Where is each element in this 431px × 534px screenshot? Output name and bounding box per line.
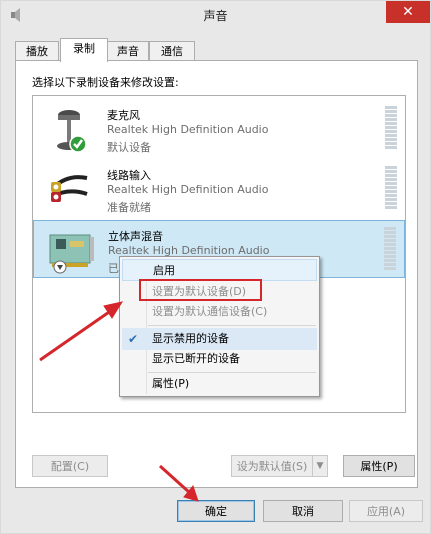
device-driver: Realtek High Definition Audio xyxy=(107,123,269,136)
device-status: 默认设备 xyxy=(107,141,151,154)
tab-recording[interactable]: 录制 xyxy=(60,38,108,62)
context-menu: 启用 设置为默认设备(D) 设置为默认通信设备(C) ✔ 显示禁用的设备 显示已… xyxy=(119,256,320,397)
menu-item-label: 属性(P) xyxy=(152,377,190,390)
menu-item-properties[interactable]: 属性(P) xyxy=(122,373,317,395)
menu-item-enable[interactable]: 启用 xyxy=(122,259,317,281)
menu-item-label: 显示已断开的设备 xyxy=(152,352,240,365)
ok-button[interactable]: 确定 xyxy=(177,500,255,522)
device-driver: Realtek High Definition Audio xyxy=(107,183,269,196)
level-meter xyxy=(384,227,396,271)
chevron-down-icon: ▼ xyxy=(316,461,324,471)
sound-card-icon xyxy=(49,234,94,274)
microphone-icon xyxy=(57,110,87,153)
properties-button[interactable]: 属性(P) xyxy=(343,455,415,477)
menu-item-label: 设置为默认通信设备(C) xyxy=(152,305,268,318)
close-button[interactable]: ✕ xyxy=(386,1,430,23)
set-default-button[interactable]: 设为默认值(S) xyxy=(231,455,313,477)
instruction-text: 选择以下录制设备来修改设置: xyxy=(32,76,179,89)
menu-item-show-disabled[interactable]: ✔ 显示禁用的设备 xyxy=(122,328,317,350)
level-meter xyxy=(385,166,397,210)
close-icon: ✕ xyxy=(402,4,414,20)
device-name: 线路输入 xyxy=(107,169,151,182)
device-row-line-in[interactable]: 线路输入 Realtek High Definition Audio 准备就绪 xyxy=(33,160,405,218)
menu-item-label: 设置为默认设备(D) xyxy=(152,285,247,298)
device-row-microphone[interactable]: 麦克风 Realtek High Definition Audio 默认设备 xyxy=(33,100,405,158)
menu-separator xyxy=(148,325,316,326)
tab-sounds[interactable]: 声音 xyxy=(107,41,149,61)
menu-item-label: 启用 xyxy=(153,264,175,277)
title-bar: 声音 ✕ xyxy=(1,1,430,29)
configure-button[interactable]: 配置(C) xyxy=(32,455,108,477)
level-meter xyxy=(385,106,397,150)
device-status: 准备就绪 xyxy=(107,201,151,214)
menu-item-set-default-device[interactable]: 设置为默认设备(D) xyxy=(122,281,317,303)
window-title: 声音 xyxy=(203,9,228,23)
device-name: 立体声混音 xyxy=(108,230,163,243)
device-name: 麦克风 xyxy=(107,109,140,122)
set-default-dropdown[interactable]: ▼ xyxy=(312,455,328,477)
apply-button[interactable]: 应用(A) xyxy=(349,500,423,522)
tab-playback[interactable]: 播放 xyxy=(15,41,59,61)
menu-item-set-default-comm-device[interactable]: 设置为默认通信设备(C) xyxy=(122,301,317,323)
menu-item-label: 显示禁用的设备 xyxy=(152,332,229,345)
cancel-button[interactable]: 取消 xyxy=(263,500,343,522)
tab-communications[interactable]: 通信 xyxy=(149,41,195,61)
checkmark-icon: ✔ xyxy=(128,332,139,346)
menu-item-show-disconnected[interactable]: 显示已断开的设备 xyxy=(122,348,317,370)
line-in-icon xyxy=(51,175,88,202)
